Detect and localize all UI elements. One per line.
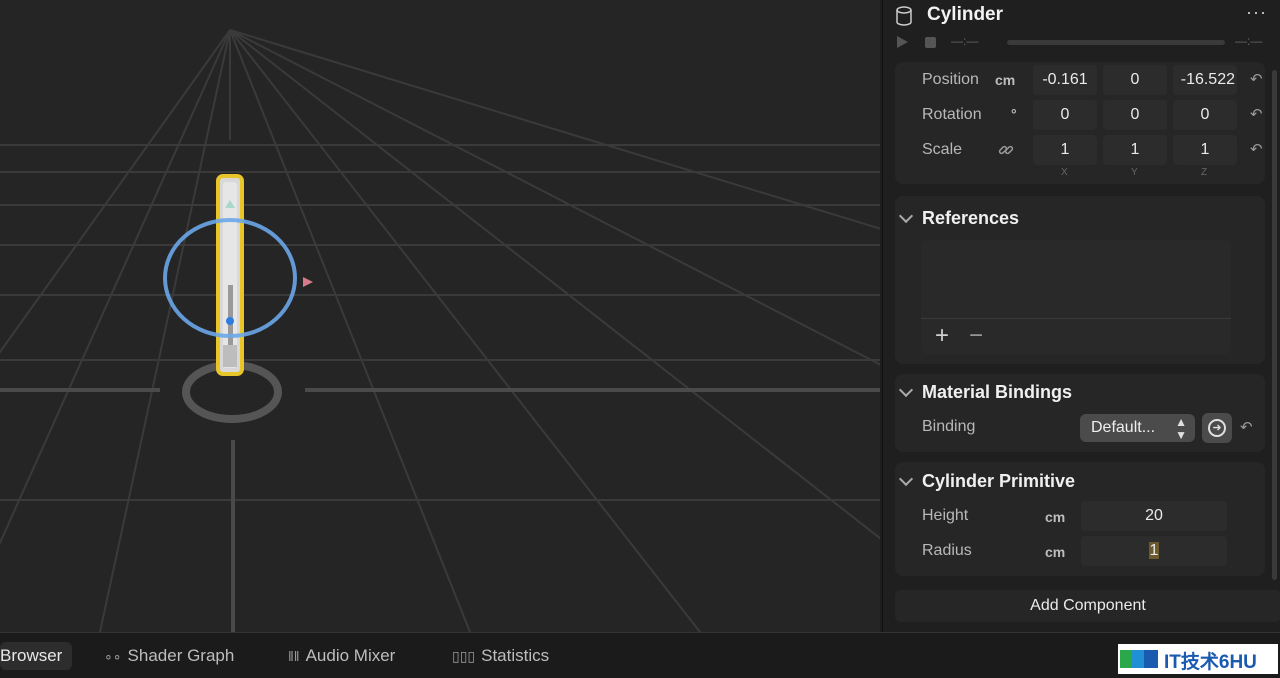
scale-z-field[interactable]: 1 <box>1173 135 1237 165</box>
references-divider <box>921 318 1231 319</box>
tab-browser-label: Browser <box>0 646 63 665</box>
references-list[interactable]: + − <box>921 240 1231 354</box>
position-label: Position <box>922 71 979 88</box>
radius-label: Radius <box>922 542 972 559</box>
axis-x-label: X <box>1061 167 1068 178</box>
timeline-start-time: —:— <box>951 34 979 48</box>
height-label: Height <box>922 507 969 524</box>
binding-label: Binding <box>922 418 976 435</box>
tab-shader-graph[interactable]: ∘∘ Shader Graph <box>104 642 234 670</box>
transform-section: Position cm -0.161 0 -16.522 ↶ Rotation … <box>895 62 1265 184</box>
inspector-header: Cylinder ··· —:— —:— <box>883 0 1280 62</box>
ellipsis-icon[interactable]: ··· <box>1246 2 1267 23</box>
watermark: IT技术6HU <box>1118 644 1278 674</box>
go-to-material-button[interactable]: ➜ <box>1202 413 1232 443</box>
radius-unit: cm <box>1045 544 1066 560</box>
cylinder-icon <box>896 6 912 26</box>
height-unit: cm <box>1045 509 1066 525</box>
tab-shader-graph-label: Shader Graph <box>127 646 235 665</box>
cylinder-primitive-title[interactable]: Cylinder Primitive <box>922 471 1075 492</box>
axis-y-label: Y <box>1131 167 1138 178</box>
position-reset-icon[interactable]: ↶ <box>1250 70 1263 88</box>
timeline-scrubber[interactable] <box>1007 40 1225 45</box>
position-x-field[interactable]: -0.161 <box>1033 65 1097 95</box>
arrow-right-circle-icon: ➜ <box>1208 419 1226 437</box>
scale-label: Scale <box>922 141 963 158</box>
watermark-logo-icon <box>1120 650 1158 668</box>
scale-x-field[interactable]: 1 <box>1033 135 1097 165</box>
binding-reset-icon[interactable]: ↶ <box>1240 418 1253 436</box>
timeline-end-time: —:— <box>1235 34 1263 48</box>
bar-chart-icon: ▯▯▯ <box>452 648 476 664</box>
radius-value: 1 <box>1148 542 1160 559</box>
binding-popup[interactable]: Default... ▲ ▼ <box>1080 414 1195 442</box>
object-title[interactable]: Cylinder <box>927 4 1003 26</box>
scale-y-field[interactable]: 1 <box>1103 135 1167 165</box>
inspector-panel: Cylinder ··· —:— —:— Position cm -0.161 … <box>882 0 1280 632</box>
add-reference-button[interactable]: + <box>935 324 949 348</box>
radius-field[interactable]: 1 <box>1081 536 1227 566</box>
position-z-field[interactable]: -16.522 <box>1173 65 1237 95</box>
position-y-field[interactable]: 0 <box>1103 65 1167 95</box>
play-icon[interactable] <box>897 36 908 48</box>
node-graph-icon: ∘∘ <box>104 648 122 664</box>
references-title[interactable]: References <box>922 208 1019 229</box>
rotation-x-field[interactable]: 0 <box>1033 100 1097 130</box>
remove-reference-button[interactable]: − <box>969 324 983 348</box>
height-field[interactable]: 20 <box>1081 501 1227 531</box>
chevron-updown-icon: ▲ ▼ <box>1175 415 1187 442</box>
add-component-button[interactable]: Add Component <box>895 590 1280 622</box>
scene-viewport[interactable] <box>0 0 880 632</box>
stop-icon[interactable] <box>925 37 936 48</box>
tab-statistics-label: Statistics <box>481 646 550 665</box>
tab-audio-mixer[interactable]: ‖‖ Audio Mixer <box>288 642 395 670</box>
tab-browser[interactable]: Browser <box>0 642 73 670</box>
position-unit: cm <box>995 72 1016 88</box>
rotation-z-field[interactable]: 0 <box>1173 100 1237 130</box>
sliders-icon: ‖‖ <box>288 648 300 664</box>
timeline-controls: —:— —:— <box>897 34 1277 52</box>
cylinder-object[interactable] <box>0 0 880 632</box>
rotation-reset-icon[interactable]: ↶ <box>1250 105 1263 123</box>
scale-reset-icon[interactable]: ↶ <box>1250 140 1263 158</box>
watermark-text: IT技术6HU <box>1164 652 1257 673</box>
axis-z-label: Z <box>1201 167 1208 178</box>
tab-audio-mixer-label: Audio Mixer <box>305 646 396 665</box>
material-bindings-title[interactable]: Material Bindings <box>922 382 1072 403</box>
rotation-y-field[interactable]: 0 <box>1103 100 1167 130</box>
binding-popup-value: Default... <box>1091 419 1156 436</box>
bottom-tab-bar: Browser ∘∘ Shader Graph ‖‖ Audio Mixer ▯▯▯… <box>0 632 1280 678</box>
link-icon[interactable] <box>998 142 1014 158</box>
rotation-label: Rotation <box>922 106 982 123</box>
inspector-scrollbar[interactable] <box>1272 70 1277 580</box>
tab-statistics[interactable]: ▯▯▯ Statistics <box>452 642 549 670</box>
rotation-unit: ° <box>1011 106 1017 122</box>
